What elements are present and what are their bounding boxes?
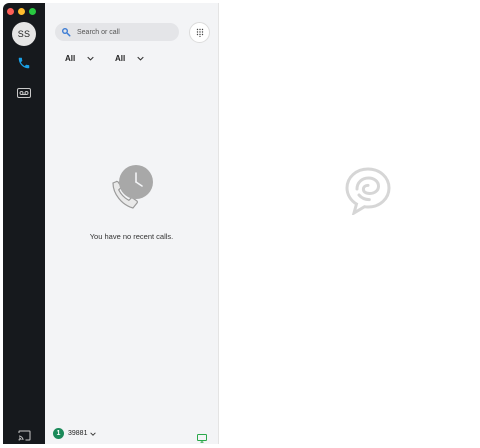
empty-state-message: You have no recent calls. xyxy=(89,232,174,241)
window-minimize-button[interactable] xyxy=(18,8,25,15)
window-close-button[interactable] xyxy=(7,8,14,15)
app-logo-icon xyxy=(345,167,391,217)
nav-rail: SS xyxy=(3,3,45,444)
cast-button[interactable] xyxy=(14,427,34,443)
app-window: SS Search or call All All You have no re… xyxy=(0,0,480,444)
window-zoom-button[interactable] xyxy=(29,8,36,15)
user-avatar[interactable]: SS xyxy=(12,22,36,46)
phone-icon xyxy=(18,57,30,69)
chevron-down-icon xyxy=(137,56,144,61)
extension-label: 39881 xyxy=(68,430,88,437)
device-settings-button[interactable] xyxy=(197,430,207,443)
dialpad-icon xyxy=(196,28,203,37)
chevron-down-icon xyxy=(87,56,94,61)
status-badge: 1 xyxy=(53,428,64,439)
voicemail-nav-button[interactable] xyxy=(14,85,34,101)
detail-pane xyxy=(219,3,480,444)
calls-nav-button[interactable] xyxy=(14,55,34,71)
call-type-filter-label: All xyxy=(65,54,76,63)
search-input[interactable]: Search or call xyxy=(77,29,120,36)
line-status-selector[interactable]: 1 39881 xyxy=(53,428,97,439)
call-source-filter[interactable]: All xyxy=(115,54,144,63)
voicemail-icon xyxy=(17,88,31,98)
search-bar[interactable]: Search or call xyxy=(55,23,179,41)
chevron-down-icon xyxy=(90,431,97,436)
calls-panel: Search or call All All You have no recen… xyxy=(45,3,219,444)
monitor-icon xyxy=(197,434,207,443)
call-type-filter[interactable]: All xyxy=(65,54,94,63)
recent-calls-empty-icon xyxy=(107,163,157,213)
cast-icon xyxy=(18,430,30,440)
search-icon xyxy=(61,27,71,37)
call-source-filter-label: All xyxy=(115,54,126,63)
dialpad-button[interactable] xyxy=(189,22,210,43)
